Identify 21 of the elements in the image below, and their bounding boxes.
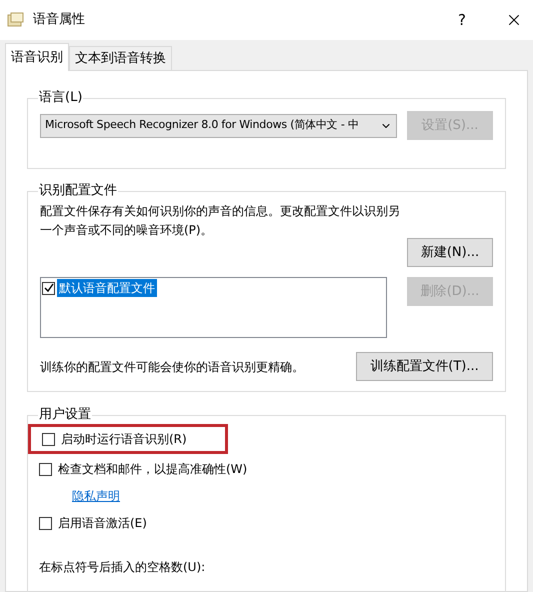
check-icon <box>44 283 54 293</box>
speech-icon <box>7 12 25 28</box>
checkbox-label: 启用语音激活(E) <box>58 515 147 532</box>
profile-item[interactable]: 默认语音配置文件 <box>57 279 157 297</box>
language-dropdown[interactable]: Microsoft Speech Recognizer 8.0 for Windows (简体中文 - 中 <box>40 114 397 138</box>
checkbox-label: 启动时运行语音识别(R) <box>61 431 187 448</box>
help-button[interactable]: ? <box>447 8 477 32</box>
dialog-button[interactable]: 训练配置文件(T)... <box>356 352 493 381</box>
tab[interactable]: 语音识别 <box>5 43 69 71</box>
checkbox[interactable] <box>42 282 55 294</box>
checkbox[interactable] <box>42 432 55 446</box>
dialog-button[interactable]: 新建(N)... <box>407 238 493 267</box>
spaces-label: 在标点符号后插入的空格数(U): <box>39 559 206 576</box>
checkbox[interactable] <box>39 516 52 530</box>
tab[interactable]: 文本到语音转换 <box>69 46 172 70</box>
window-title: 语音属性 <box>33 11 85 30</box>
profile-description: 配置文件保存有关如何识别你的声音的信息。更改配置文件以识别另一个声音或不同的噪音环境(P)。 <box>40 203 400 239</box>
training-hint: 训练你的配置文件可能会使你的语音识别更精确。 <box>40 358 304 376</box>
checkbox[interactable] <box>39 462 52 476</box>
privacy-link[interactable]: 隐私声明 <box>72 484 120 508</box>
checkbox-label: 检查文档和邮件，以提高准确性(W) <box>58 461 248 478</box>
